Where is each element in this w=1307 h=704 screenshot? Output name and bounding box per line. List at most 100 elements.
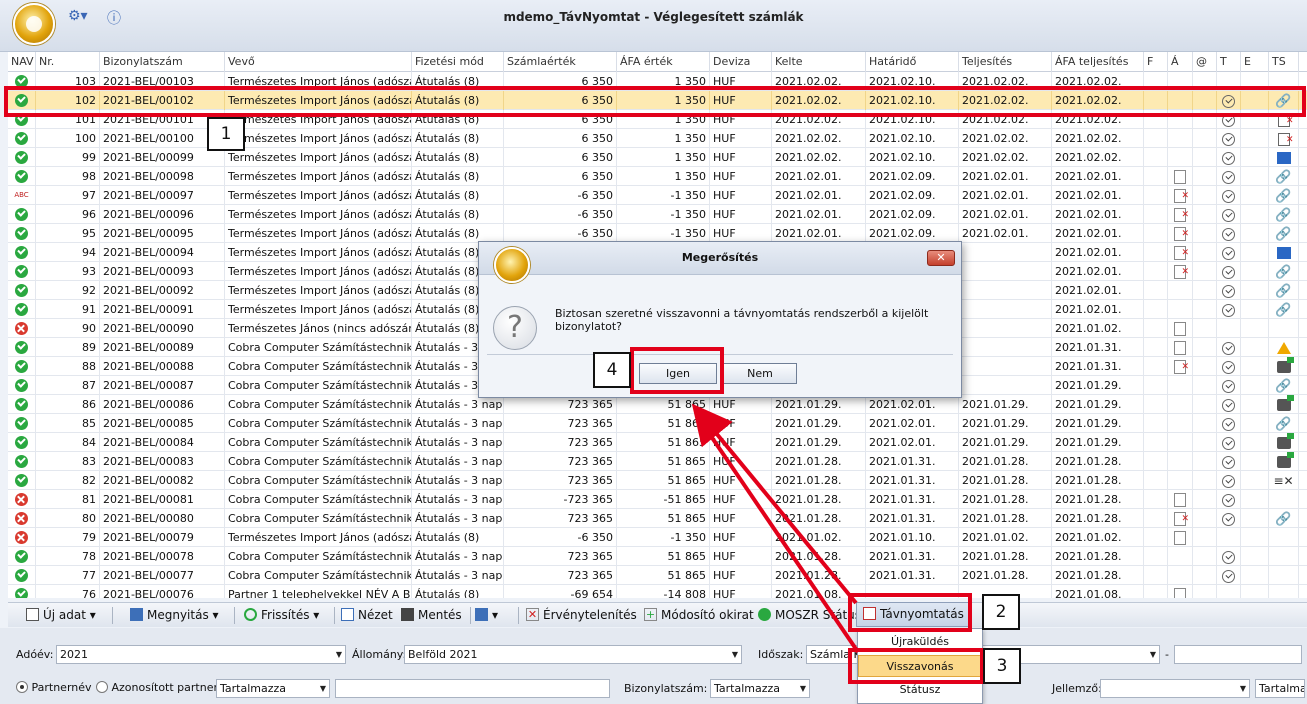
- table-cell: 2021.01.28.: [959, 490, 1052, 509]
- document-icon: [1174, 170, 1186, 184]
- no-button[interactable]: Nem: [723, 363, 797, 384]
- column-header[interactable]: Határidő: [866, 52, 959, 72]
- table-cell: 2021.01.28.: [959, 452, 1052, 471]
- partner-name-radio[interactable]: Partnernév: [16, 681, 92, 694]
- table-cell: 723 365: [504, 452, 617, 471]
- table-row[interactable]: ABC 97 2021-BEL/00097 Természetes Import Já…: [8, 186, 1307, 205]
- column-header[interactable]: Fizetési mód: [412, 52, 504, 72]
- table-cell: Természetes Import János (adószá...: [225, 129, 412, 148]
- open-button[interactable]: Megnyitás ▾: [130, 603, 219, 628]
- table-cell: 2021.01.28.: [1052, 452, 1144, 471]
- table-row[interactable]: 96 2021-BEL/00096 Természetes Import János…: [8, 205, 1307, 224]
- table-cell: 2021.01.28.: [959, 471, 1052, 490]
- table-cell: [1193, 186, 1217, 205]
- column-header[interactable]: Kelte: [772, 52, 866, 72]
- ident-partner-radio[interactable]: Azonosított partner: [96, 681, 218, 694]
- column-header[interactable]: Nr.: [36, 52, 100, 72]
- period-end-input[interactable]: [1174, 645, 1302, 664]
- table-row[interactable]: 77 2021-BEL/00077 Cobra Computer Számítást…: [8, 566, 1307, 585]
- link-icon: 🔗: [1275, 511, 1292, 527]
- table-cell: 2021.01.28.: [772, 547, 866, 566]
- table-cell: [1168, 357, 1193, 376]
- status-error-icon: [15, 321, 28, 335]
- table-cell: [1299, 148, 1307, 167]
- refresh-button[interactable]: Frissítés ▾: [244, 603, 319, 628]
- table-cell: 2021.01.28.: [1052, 471, 1144, 490]
- table-row[interactable]: 76 2021-BEL/00076 Partner 1 telephelyekkel…: [8, 585, 1307, 598]
- layout-button[interactable]: ▾: [475, 603, 498, 628]
- feature-mode-combo[interactable]: Tartalmazza: [1255, 679, 1305, 698]
- partner-search-input[interactable]: [335, 679, 610, 698]
- table-cell: [1144, 338, 1168, 357]
- column-header[interactable]: Bizonylatszám: [100, 52, 225, 72]
- table-row[interactable]: 100 2021-BEL/00100 Természetes Import Jáno…: [8, 129, 1307, 148]
- table-row[interactable]: 84 2021-BEL/00084 Cobra Computer Számítást…: [8, 433, 1307, 452]
- table-row[interactable]: 85 2021-BEL/00085 Cobra Computer Számítást…: [8, 414, 1307, 433]
- table-row[interactable]: 78 2021-BEL/00078 Cobra Computer Számítást…: [8, 547, 1307, 566]
- table-cell: 83: [36, 452, 100, 471]
- table-cell: [1217, 585, 1241, 598]
- partner-mode-combo[interactable]: Tartalmazza ▼: [216, 679, 330, 698]
- column-header[interactable]: Teljesítés: [959, 52, 1052, 72]
- table-cell: Cobra Computer Számítástechnikai ...: [225, 471, 412, 490]
- dialog-close-button[interactable]: ✕: [927, 250, 955, 266]
- column-header[interactable]: ÁFA teljesítés: [1052, 52, 1144, 72]
- link-icon: 🔗: [1275, 264, 1292, 280]
- invalidate-button[interactable]: ✕ Érvénytelenítés: [526, 603, 637, 628]
- table-cell: -6 350: [504, 528, 617, 547]
- table-cell: [1269, 433, 1299, 452]
- table-cell: 2021.01.29.: [1052, 414, 1144, 433]
- modify-doc-button[interactable]: + Módosító okirat: [644, 603, 754, 628]
- save-button[interactable]: Mentés: [401, 603, 462, 628]
- column-header[interactable]: NAV: [8, 52, 36, 72]
- dialog-app-logo: [494, 247, 530, 283]
- table-cell: 2021-BEL/00091: [100, 300, 225, 319]
- column-header[interactable]: Deviza: [710, 52, 772, 72]
- column-header[interactable]: T: [1217, 52, 1241, 72]
- filter-panel: Adóév: 2021 ▼ Állomány: Belföld 2021 ▼ Idő…: [0, 628, 1307, 704]
- table-cell: [1217, 167, 1241, 186]
- table-row[interactable]: 82 2021-BEL/00082 Cobra Computer Számítást…: [8, 471, 1307, 490]
- table-cell: [1217, 243, 1241, 262]
- table-row[interactable]: 98 2021-BEL/00098 Természetes Import János…: [8, 167, 1307, 186]
- table-row[interactable]: 79 2021-BEL/00079 Természetes Import János…: [8, 528, 1307, 547]
- column-header[interactable]: @: [1193, 52, 1217, 72]
- table-cell: [1241, 414, 1269, 433]
- table-cell: [1168, 300, 1193, 319]
- table-cell: 2021.01.28.: [1052, 547, 1144, 566]
- table-cell: [1241, 129, 1269, 148]
- table-cell: [1299, 433, 1307, 452]
- column-header[interactable]: Á: [1168, 52, 1193, 72]
- table-cell: 2021.01.28.: [1052, 509, 1144, 528]
- column-header[interactable]: E: [1241, 52, 1269, 72]
- column-header[interactable]: ÁFA érték: [617, 52, 710, 72]
- table-cell: [959, 319, 1052, 338]
- save-icon: [401, 608, 414, 621]
- table-cell: 51 865: [617, 433, 710, 452]
- new-button[interactable]: Új adat ▾: [26, 603, 96, 628]
- column-header[interactable]: Számlaérték: [504, 52, 617, 72]
- table-cell: Átutalás - 3 nap: [412, 433, 504, 452]
- doc-mode-combo[interactable]: Tartalmazza ▼: [710, 679, 810, 698]
- table-row[interactable]: 80 2021-BEL/00080 Cobra Computer Számítást…: [8, 509, 1307, 528]
- table-row[interactable]: 83 2021-BEL/00083 Cobra Computer Számítást…: [8, 452, 1307, 471]
- table-cell: [8, 148, 36, 167]
- check-circle-icon: [1222, 265, 1235, 279]
- table-cell: [1144, 262, 1168, 281]
- column-header[interactable]: F: [1144, 52, 1168, 72]
- table-cell: [959, 376, 1052, 395]
- table-cell: 2021.02.02.: [959, 148, 1052, 167]
- status-ok-icon: [15, 397, 28, 411]
- year-combo[interactable]: 2021 ▼: [56, 645, 346, 664]
- feature-combo[interactable]: ▼: [1100, 679, 1250, 698]
- status-ok-icon: [15, 207, 28, 221]
- feature-mode-value: Tartalmazza: [1259, 682, 1305, 695]
- table-cell: 2021.02.09.: [866, 167, 959, 186]
- stock-combo[interactable]: Belföld 2021 ▼: [404, 645, 742, 664]
- table-cell: [1299, 528, 1307, 547]
- column-header[interactable]: TS: [1269, 52, 1299, 72]
- table-row[interactable]: 99 2021-BEL/00099 Természetes Import János…: [8, 148, 1307, 167]
- column-header[interactable]: Vevő: [225, 52, 412, 72]
- table-row[interactable]: 81 2021-BEL/00081 Cobra Computer Számítást…: [8, 490, 1307, 509]
- view-button[interactable]: Nézet: [341, 603, 393, 628]
